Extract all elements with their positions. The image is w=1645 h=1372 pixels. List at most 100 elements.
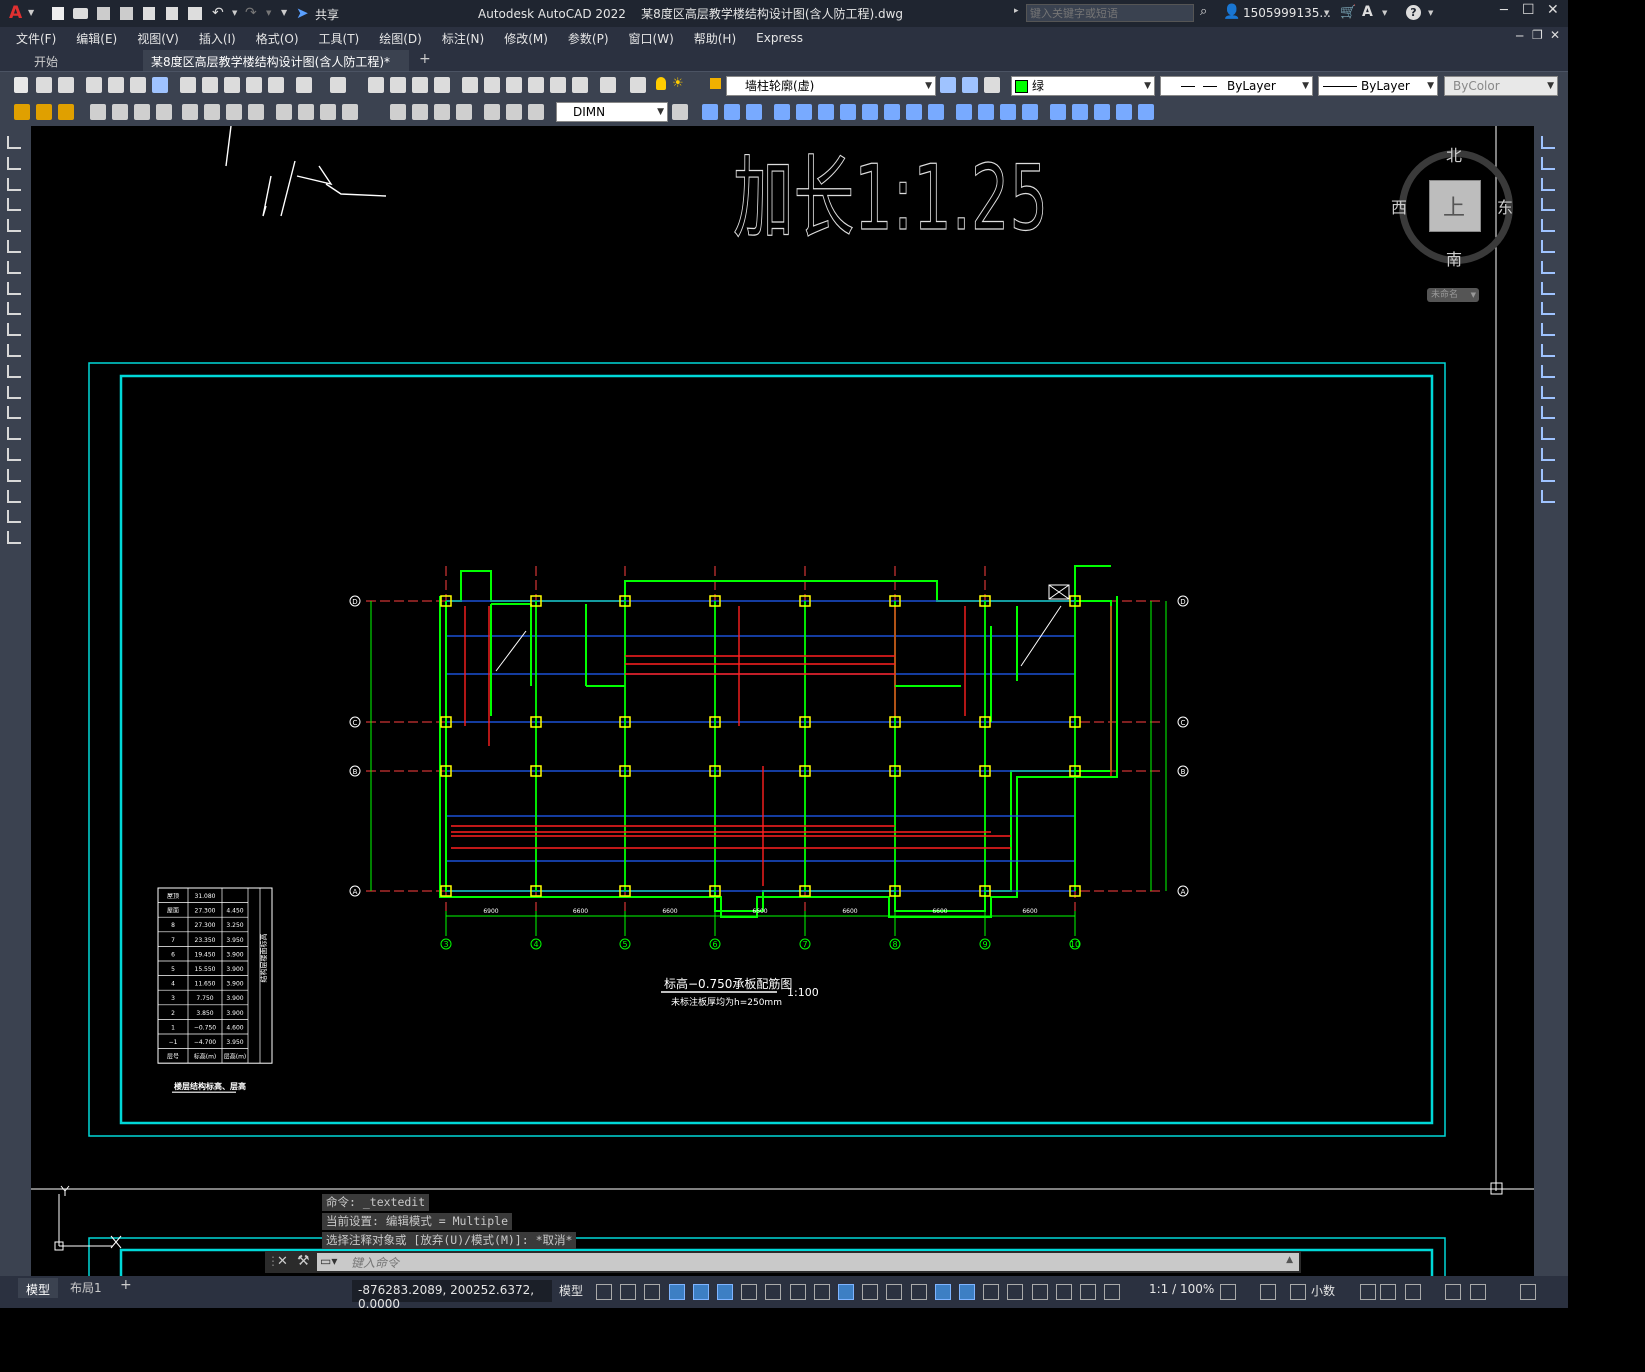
rectangle-icon[interactable] [7, 219, 21, 233]
layer-states-icon[interactable] [984, 77, 1000, 93]
save-icon[interactable] [58, 77, 74, 93]
dim-jogged-icon[interactable] [204, 104, 220, 120]
text-style-icon[interactable] [36, 104, 52, 120]
dim-linear-icon[interactable] [90, 104, 106, 120]
quick-dim-icon[interactable] [276, 104, 292, 120]
table-style-icon[interactable] [58, 104, 74, 120]
menu-insert[interactable]: 插入(I) [189, 30, 246, 47]
saveas-icon[interactable] [120, 7, 133, 20]
dim-radius-icon[interactable] [182, 104, 198, 120]
annotation-monitor-icon[interactable] [1260, 1284, 1276, 1300]
layer-lock-icon[interactable] [710, 78, 721, 89]
design-center-icon[interactable] [484, 77, 500, 93]
drawing-svg[interactable]: 加长1:1.25 3 4 5 6 7 8 9 10D DC CB BA A6900 6600 6600 66… [31, 126, 1534, 1276]
3d-osnap-icon[interactable] [959, 1284, 975, 1300]
compass-north[interactable]: 北 [1446, 142, 1462, 166]
offset-icon[interactable] [1541, 198, 1555, 212]
point-icon[interactable] [7, 406, 21, 420]
undo-icon[interactable]: ↶ [212, 5, 224, 21]
array-icon[interactable] [796, 104, 812, 120]
join-icon[interactable] [978, 104, 994, 120]
search-expand-icon[interactable]: ▸ [1014, 6, 1019, 16]
hatch-icon[interactable] [7, 427, 21, 441]
tab-layout1[interactable]: 布局1 [70, 1279, 102, 1296]
dim-edit-icon[interactable] [484, 104, 500, 120]
menu-modify[interactable]: 修改(M) [494, 30, 558, 47]
auto-scale-icon[interactable] [1080, 1284, 1096, 1300]
command-input[interactable]: ▭▾ 键入命令 ▲ [317, 1253, 1299, 1271]
dynamic-input-icon[interactable] [692, 1284, 709, 1300]
polygon-icon[interactable] [7, 198, 21, 212]
search-icon[interactable]: ⌕ [1200, 4, 1207, 19]
copy-object-icon[interactable] [724, 104, 740, 120]
linetype-dropdown[interactable]: ByLayer ▼ [1160, 76, 1313, 96]
undo-icon[interactable] [296, 77, 312, 93]
join-icon[interactable] [1541, 406, 1555, 420]
help-icon[interactable]: ? [1406, 5, 1421, 20]
dim-space-icon[interactable] [342, 104, 358, 120]
menu-parametric[interactable]: 参数(P) [558, 30, 619, 47]
customize-icon[interactable] [1520, 1284, 1536, 1300]
isometric-icon[interactable] [789, 1284, 806, 1300]
annotation-visibility-icon[interactable] [1055, 1284, 1072, 1300]
hardware-accel-icon[interactable] [1445, 1284, 1461, 1300]
dim-style-icon[interactable] [14, 104, 30, 120]
command-customize-icon[interactable]: ⚒ [297, 1253, 310, 1269]
spline-icon[interactable] [7, 302, 21, 316]
menu-draw[interactable]: 绘图(D) [369, 30, 432, 47]
autocad-logo[interactable]: A [9, 3, 22, 23]
drawing-canvas[interactable]: 加长1:1.25 3 4 5 6 7 8 9 10 D D C C B B A A 6900 6600 6600 66… [31, 126, 1534, 1276]
move-icon[interactable] [818, 104, 834, 120]
inspect-icon[interactable] [434, 104, 450, 120]
doc-restore-icon[interactable]: ❐ [1532, 28, 1543, 42]
break-at-point-icon[interactable] [1541, 364, 1555, 378]
mirror-icon[interactable] [1541, 177, 1555, 191]
menu-view[interactable]: 视图(V) [127, 30, 189, 47]
compass-east[interactable]: 东 [1497, 194, 1513, 218]
grid-icon[interactable] [596, 1284, 612, 1300]
snap-icon[interactable] [620, 1284, 637, 1300]
close-icon[interactable]: ✕ [1547, 2, 1559, 18]
explode-icon[interactable] [1050, 104, 1066, 120]
fillet-icon[interactable] [1022, 104, 1038, 120]
dim-continue-icon[interactable] [320, 104, 336, 120]
zoom-realtime-icon[interactable] [390, 77, 406, 93]
layer-properties-icon[interactable] [630, 77, 646, 93]
trim-icon[interactable] [906, 104, 922, 120]
plotstyle-dropdown[interactable]: ByColor ▼ [1444, 76, 1558, 96]
layer-dropdown[interactable]: 墙柱轮廓(虚) ▼ [726, 76, 936, 96]
search-input[interactable] [1026, 4, 1194, 22]
tool-palettes-icon[interactable] [506, 77, 522, 93]
compass-south[interactable]: 南 [1446, 246, 1462, 270]
chamfer-icon[interactable] [1000, 104, 1016, 120]
tolerance-icon[interactable] [390, 104, 406, 120]
region-icon[interactable] [7, 468, 21, 482]
add-layout-button[interactable]: + [120, 1277, 132, 1293]
minimize-icon[interactable]: ─ [1500, 3, 1508, 18]
quick-properties-icon[interactable] [1290, 1284, 1306, 1300]
scale-icon[interactable] [862, 104, 878, 120]
publish-icon[interactable] [130, 77, 146, 93]
annotation-scale-icon[interactable] [1104, 1284, 1121, 1300]
dim-text-edit-icon[interactable] [506, 104, 522, 120]
gradient-icon[interactable] [7, 448, 21, 461]
copy-icon[interactable] [202, 77, 218, 93]
coordinates-panel[interactable]: -876283.2089, 200252.6372, 0.0000 [352, 1280, 552, 1311]
rotate-icon[interactable] [1541, 260, 1555, 274]
logo-dropdown-icon[interactable]: ▼ [28, 8, 34, 17]
dim-aligned-icon[interactable] [112, 104, 128, 120]
arc-icon[interactable] [7, 240, 21, 253]
infer-constraints-icon[interactable] [668, 1284, 685, 1300]
gizmo-icon[interactable] [1031, 1284, 1048, 1300]
print-preview-icon[interactable] [108, 77, 124, 93]
plot-icon[interactable] [188, 7, 202, 20]
3d-dwf-icon[interactable] [152, 77, 168, 93]
selection-filter-icon[interactable] [1007, 1284, 1024, 1300]
print-icon[interactable] [86, 77, 102, 93]
undo-dropdown-icon[interactable]: ▼ [232, 9, 237, 17]
lineweight-dropdown[interactable]: ByLayer ▼ [1318, 76, 1438, 96]
tab-document[interactable]: 某8度区高层教学楼结构设计图(含人防工程)* [143, 50, 409, 71]
fillet-icon[interactable] [1541, 448, 1555, 461]
redo-icon[interactable]: ↷ [245, 5, 257, 21]
units-dropdown[interactable]: 小数 [1311, 1282, 1335, 1299]
